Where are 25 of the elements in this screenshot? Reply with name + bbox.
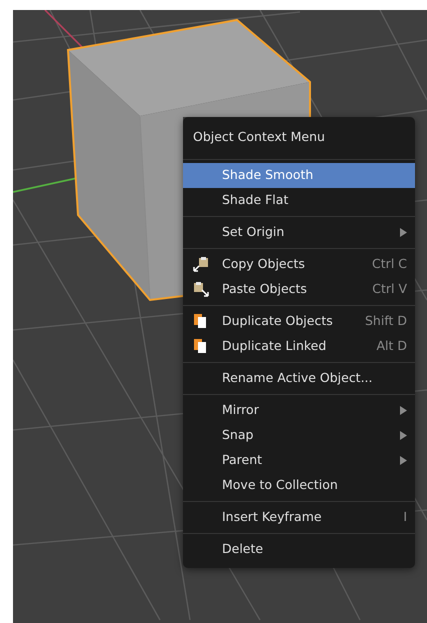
menu-item[interactable]: Move to Collection — [183, 472, 415, 498]
menu-item[interactable]: Snap — [183, 422, 415, 448]
menu-item[interactable]: Set Origin — [183, 220, 415, 245]
menu-title: Object Context Menu — [192, 128, 326, 146]
menu-item[interactable]: Rename Active Object... — [183, 366, 415, 391]
menu-item[interactable]: Parent — [183, 448, 415, 473]
menu-item[interactable]: Delete — [183, 536, 415, 562]
shortcut-label: I — [403, 508, 407, 526]
menu-item[interactable]: Duplicate Linked Alt D — [183, 334, 415, 359]
menu-item[interactable]: Insert Keyframe I — [183, 504, 415, 530]
shortcut-label: Ctrl V — [372, 280, 407, 298]
menu-item[interactable]: Paste Objects Ctrl V — [183, 276, 415, 302]
clipboard-icon — [193, 281, 209, 298]
menu-item[interactable]: Mirror — [183, 398, 415, 423]
menu-item[interactable]: Shade Flat — [183, 188, 415, 213]
shortcut-label: Shift D — [364, 312, 407, 330]
clipboard-icon — [193, 256, 209, 272]
shortcut-label: Alt D — [376, 336, 407, 355]
shortcut-label: Ctrl C — [372, 254, 407, 273]
menu-item[interactable]: Duplicate Objects Shift D — [183, 308, 415, 334]
pages-icon — [193, 313, 207, 330]
menu-item[interactable]: Copy Objects Ctrl C — [183, 252, 415, 277]
pages-icon — [193, 338, 207, 354]
x-axis-line — [44, 10, 83, 48]
menu-item[interactable]: Shade Smooth — [183, 162, 415, 188]
